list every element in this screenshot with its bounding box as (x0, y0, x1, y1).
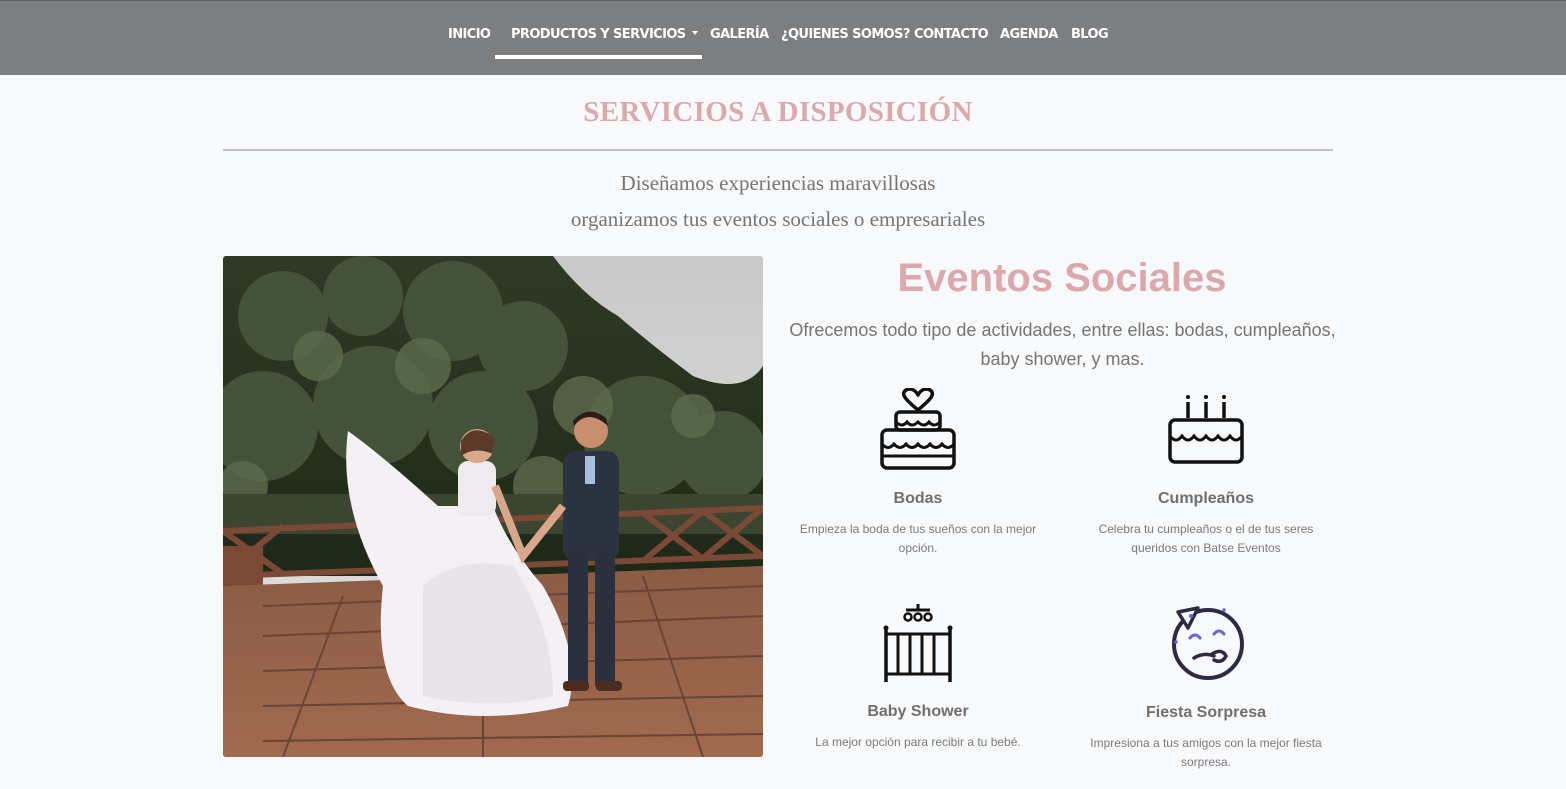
nav-productos-y-servicios[interactable]: PRODUCTOS Y SERVICIOS (511, 27, 698, 47)
service-cumpleanos-text: Celebra tu cumpleaños o el de tus seres … (1098, 522, 1314, 555)
crib-icon (883, 604, 953, 682)
top-navbar: INICIO PRODUCTOS Y SERVICIOS GALERÍA ¿QU… (0, 0, 1566, 75)
nav-productos-label: PRODUCTOS Y SERVICIOS (511, 27, 686, 42)
party-face-icon (1172, 606, 1244, 680)
service-fiesta-sorpresa: Fiesta Sorpresa Impresiona a tus amigos … (1076, 602, 1336, 782)
service-bodas: Bodas Empieza la boda de tus sueños con … (788, 388, 1048, 568)
nav-inicio[interactable]: INICIO (448, 27, 491, 47)
nav-quienes-somos[interactable]: ¿QUIENES SOMOS? (781, 27, 910, 47)
nav-active-indicator (495, 55, 702, 59)
service-cumpleanos-title: Cumpleaños (1157, 490, 1254, 507)
chevron-down-icon (691, 30, 698, 35)
nav-galeria[interactable]: GALERÍA (710, 27, 769, 47)
nav-agenda[interactable]: AGENDA (1000, 27, 1058, 47)
section-divider (223, 149, 1333, 151)
service-bodas-title: Bodas (893, 490, 943, 507)
service-cumpleanos: Cumpleaños Celebra tu cumpleaños o el de… (1076, 388, 1336, 568)
service-fiesta-sorpresa-title: Fiesta Sorpresa (1145, 704, 1267, 721)
birthday-cake-icon (1168, 395, 1244, 464)
nav-contacto[interactable]: CONTACTO (914, 27, 989, 47)
subtitle-line-1: Diseñamos experiencias maravillosas (620, 171, 936, 195)
service-baby-shower-text: La mejor opción para recibir a tu bebé. (815, 735, 1021, 749)
events-title: Eventos Sociales (897, 256, 1227, 300)
events-description: Ofrecemos todo tipo de actividades, entr… (789, 320, 1336, 369)
service-baby-shower-title: Baby Shower (867, 703, 969, 720)
section-title: SERVICIOS A DISPOSICIÓN (583, 96, 973, 128)
service-fiesta-sorpresa-text: Impresiona a tus amigos con la mejor fie… (1090, 736, 1322, 769)
nav-blog[interactable]: BLOG (1071, 27, 1109, 47)
service-bodas-text: Empieza la boda de tus sueños con la mej… (799, 522, 1037, 555)
wedding-cake-icon (880, 388, 956, 470)
subtitle-line-2: organizamos tus eventos sociales o empre… (570, 207, 986, 231)
wedding-photo (223, 256, 763, 757)
service-baby-shower: Baby Shower La mejor opción para recibir… (788, 602, 1048, 772)
